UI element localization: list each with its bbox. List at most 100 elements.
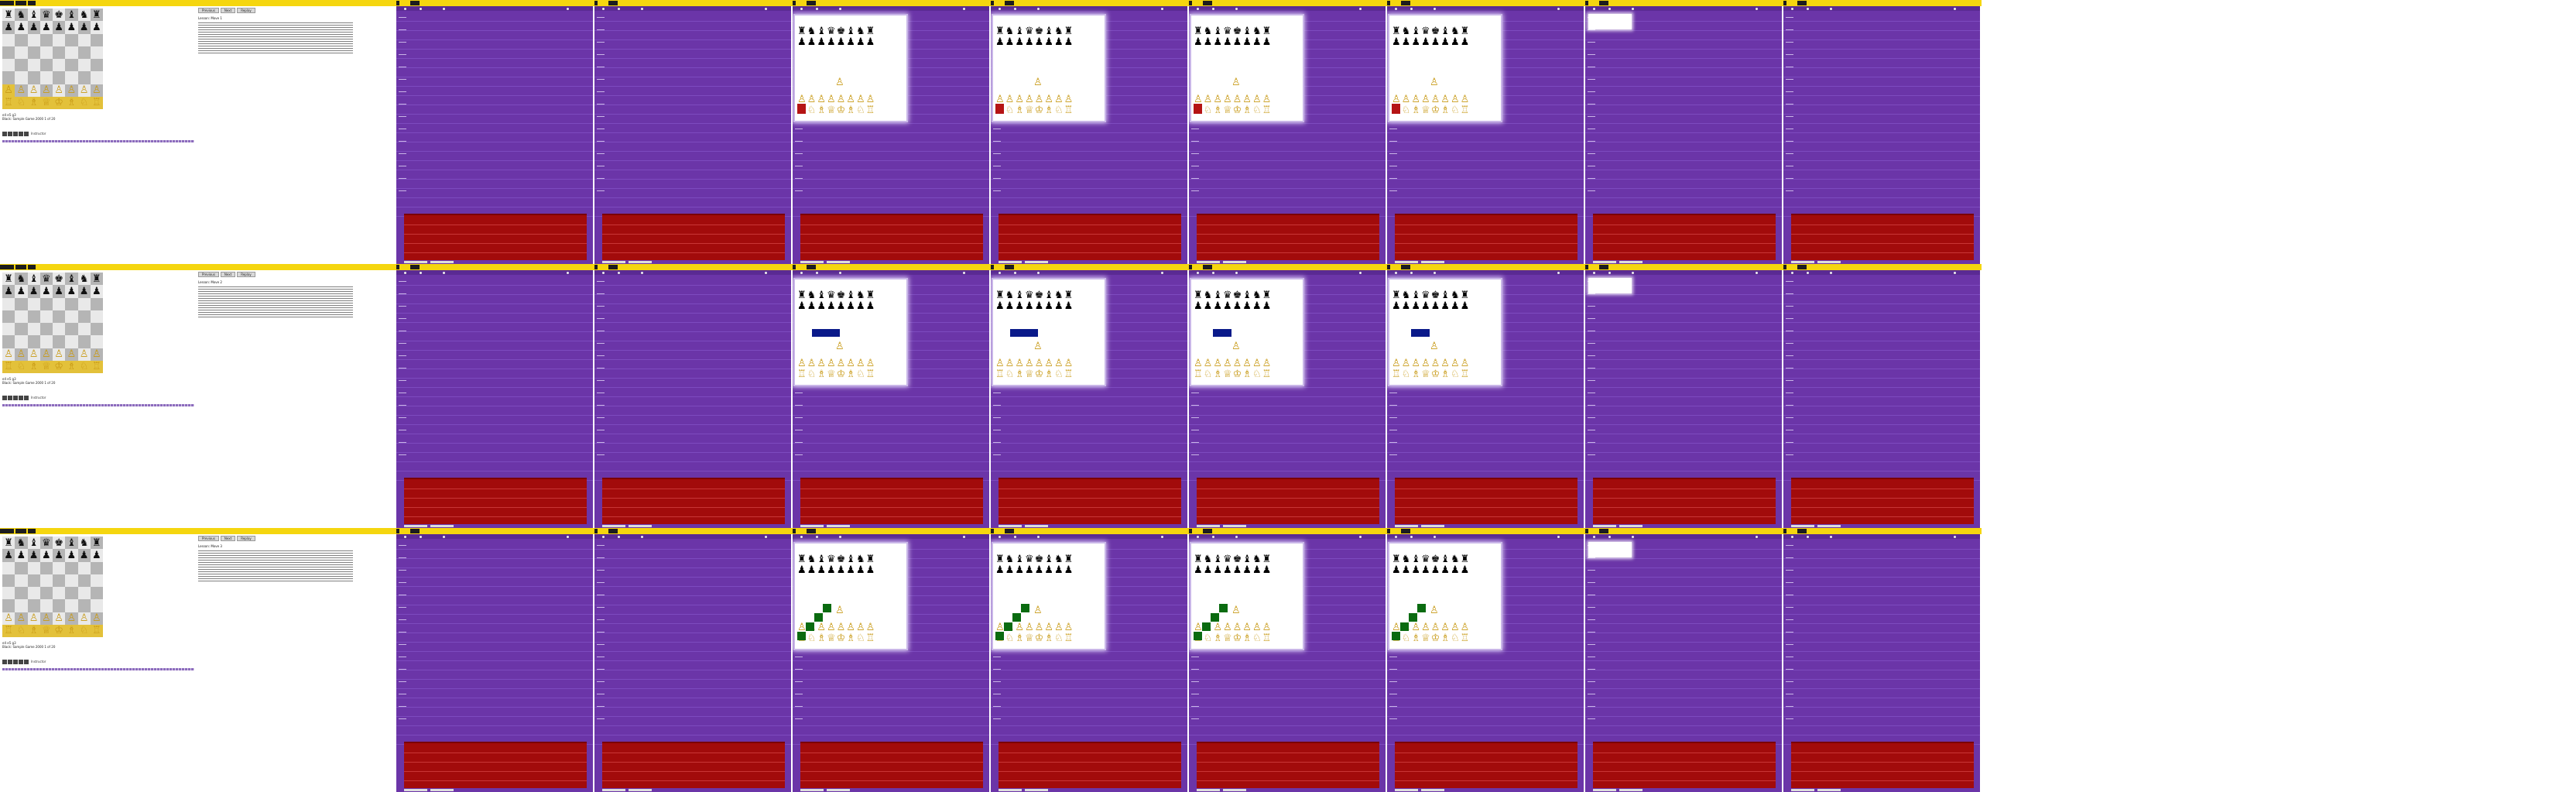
- footer-link[interactable]: [827, 525, 850, 527]
- board-square[interactable]: [90, 297, 103, 310]
- board-square[interactable]: ♖: [2, 96, 15, 109]
- lesson-button[interactable]: Replay: [237, 272, 255, 277]
- board-square[interactable]: [90, 561, 103, 574]
- toolbar-button[interactable]: [1387, 265, 1390, 269]
- board-square[interactable]: [53, 310, 66, 323]
- black-piece[interactable]: ♝: [67, 274, 77, 284]
- white-piece[interactable]: ♕: [42, 362, 51, 372]
- white-piece[interactable]: ♙: [54, 85, 63, 95]
- black-piece[interactable]: ♞: [17, 10, 26, 20]
- toolbar-button[interactable]: [1797, 265, 1807, 269]
- footer-link[interactable]: [999, 525, 1022, 527]
- toolbar-button[interactable]: [15, 265, 26, 269]
- board-square[interactable]: ♗: [65, 360, 78, 373]
- board-square[interactable]: [77, 46, 91, 59]
- board-square[interactable]: [65, 335, 78, 348]
- black-piece[interactable]: ♚: [54, 538, 63, 548]
- toolbar-button[interactable]: [1599, 529, 1608, 533]
- footer-link[interactable]: [629, 525, 652, 527]
- board-square[interactable]: ♙: [53, 612, 66, 625]
- board-square[interactable]: [77, 561, 91, 574]
- toolbar-button[interactable]: [396, 1, 399, 5]
- white-piece[interactable]: ♙: [80, 613, 89, 623]
- toolbar-button[interactable]: [594, 1, 598, 5]
- board-square[interactable]: [90, 71, 103, 84]
- board-square[interactable]: [39, 310, 53, 323]
- move-timeline[interactable]: [2, 140, 194, 142]
- board-square[interactable]: [27, 561, 40, 574]
- board-square[interactable]: ♞: [77, 273, 91, 286]
- board-square[interactable]: ♙: [65, 84, 78, 97]
- toolbar-button[interactable]: [1387, 1, 1390, 5]
- toolbar-button[interactable]: [1401, 529, 1410, 533]
- white-piece[interactable]: ♘: [17, 362, 26, 372]
- lesson-button[interactable]: Previous: [198, 536, 219, 541]
- board-square[interactable]: [65, 587, 78, 600]
- toolbar-button[interactable]: [15, 529, 26, 533]
- next-button[interactable]: [19, 396, 23, 400]
- board-square[interactable]: [15, 561, 28, 574]
- board-square[interactable]: ♙: [39, 348, 53, 361]
- last-button[interactable]: [24, 396, 29, 400]
- white-piece[interactable]: ♕: [42, 98, 51, 108]
- footer-link[interactable]: [1593, 789, 1616, 791]
- board-square[interactable]: [2, 59, 15, 72]
- board-square[interactable]: ♟: [65, 21, 78, 34]
- board-square[interactable]: ♟: [27, 285, 40, 298]
- board-square[interactable]: ♟: [65, 549, 78, 562]
- black-piece[interactable]: ♛: [42, 538, 51, 548]
- black-piece[interactable]: ♟: [80, 286, 89, 297]
- toolbar-button[interactable]: [608, 265, 618, 269]
- white-piece[interactable]: ♘: [80, 98, 89, 108]
- board-square[interactable]: ♕: [39, 360, 53, 373]
- first-button[interactable]: [2, 396, 7, 400]
- toolbar-button[interactable]: [1189, 265, 1192, 269]
- board-square[interactable]: ♙: [27, 612, 40, 625]
- footer-link[interactable]: [800, 789, 824, 791]
- board-square[interactable]: [53, 574, 66, 587]
- white-piece[interactable]: ♖: [92, 626, 101, 636]
- black-piece[interactable]: ♟: [92, 286, 101, 297]
- footer-link[interactable]: [1791, 525, 1814, 527]
- board-square[interactable]: ♛: [39, 9, 53, 22]
- board-square[interactable]: ♟: [90, 21, 103, 34]
- footer-link[interactable]: [1817, 789, 1841, 791]
- toolbar-button[interactable]: [410, 529, 420, 533]
- toolbar-button[interactable]: [807, 265, 816, 269]
- black-piece[interactable]: ♝: [29, 10, 39, 20]
- board-square[interactable]: ♟: [53, 21, 66, 34]
- black-piece[interactable]: ♟: [17, 286, 26, 297]
- black-piece[interactable]: ♟: [42, 550, 51, 561]
- chess-board[interactable]: ♜ ♞ ♝ ♛ ♚ ♝ ♞ ♜ ♟ ♟ ♟ ♟ ♟ ♟ ♟ ♟ ♙ ♙ ♙ ♙ ♙ ♙ ♙ ♙ ♖ ♘ ♗ ♕ ♔ ♗ ♘ ♖: [2, 537, 103, 637]
- footer-link[interactable]: [1619, 789, 1643, 791]
- board-square[interactable]: [15, 71, 28, 84]
- board-square[interactable]: [27, 297, 40, 310]
- white-piece[interactable]: ♙: [42, 349, 51, 359]
- footer-link[interactable]: [430, 525, 454, 527]
- board-square[interactable]: [39, 323, 53, 336]
- white-piece[interactable]: ♘: [17, 626, 26, 636]
- board-square[interactable]: [15, 33, 28, 46]
- white-piece[interactable]: ♗: [29, 362, 39, 372]
- board-square[interactable]: ♝: [27, 9, 40, 22]
- lesson-button[interactable]: Previous: [198, 8, 219, 13]
- white-piece[interactable]: ♘: [80, 362, 89, 372]
- toolbar-button[interactable]: [0, 1, 14, 5]
- toolbar-button[interactable]: [991, 529, 994, 533]
- play-button[interactable]: [13, 396, 18, 400]
- white-piece[interactable]: ♙: [67, 349, 77, 359]
- board-square[interactable]: ♝: [65, 537, 78, 550]
- board-square[interactable]: [65, 59, 78, 72]
- footer-link[interactable]: [1025, 261, 1048, 263]
- board-square[interactable]: [39, 59, 53, 72]
- board-square[interactable]: [27, 587, 40, 600]
- footer-link[interactable]: [1421, 789, 1444, 791]
- board-square[interactable]: [65, 297, 78, 310]
- footer-link[interactable]: [1025, 525, 1048, 527]
- board-square[interactable]: ♟: [77, 285, 91, 298]
- toolbar-button[interactable]: [1585, 529, 1588, 533]
- toolbar-button[interactable]: [396, 529, 399, 533]
- board-square[interactable]: [2, 561, 15, 574]
- chess-board[interactable]: ♜ ♞ ♝ ♛ ♚ ♝ ♞ ♜ ♟ ♟ ♟ ♟ ♟ ♟ ♟ ♟ ♙ ♙ ♙ ♙ ♙ ♙ ♙ ♙ ♖ ♘ ♗ ♕ ♔ ♗ ♘ ♖: [2, 273, 103, 373]
- board-square[interactable]: [77, 33, 91, 46]
